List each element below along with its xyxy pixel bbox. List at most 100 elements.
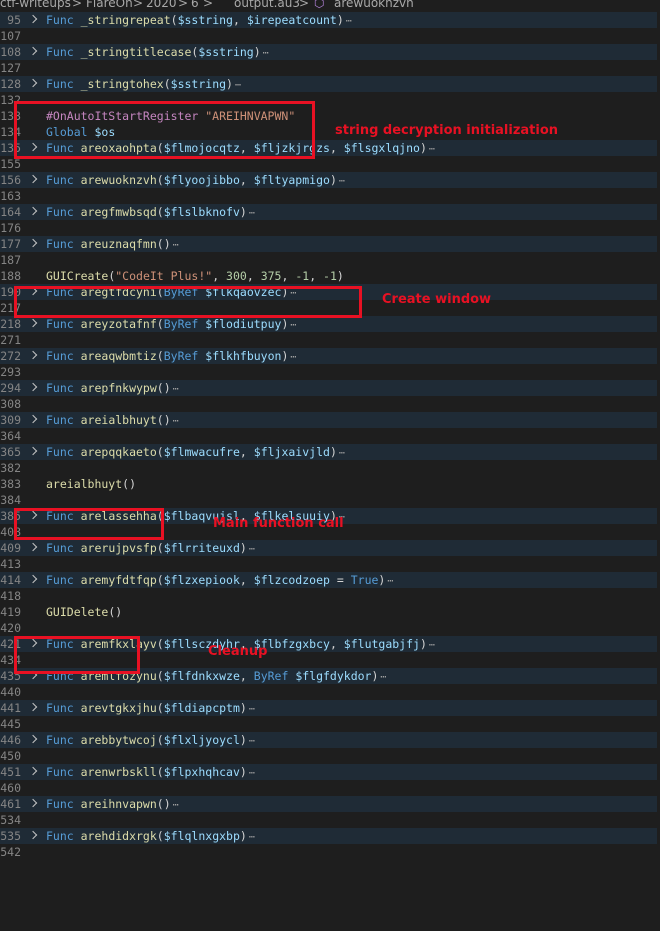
- code-token: $flpxhqhcav: [163, 765, 240, 779]
- code-line[interactable]: 271: [0, 332, 660, 348]
- code-line[interactable]: 414 Func aremyfdtfqp($flzxepiook, $flzcod…: [0, 572, 660, 588]
- code-line[interactable]: 535 Func arehdidxrgk($flqlnxgxbp) ⋯: [0, 828, 660, 844]
- line-number: 446: [0, 733, 21, 747]
- breadcrumb: ctf-writeups > FlareOn > 2020 > 6 > outp…: [0, 0, 660, 12]
- code-line[interactable]: 383 areialbhuyt(): [0, 476, 660, 492]
- code-token: ,: [239, 445, 254, 459]
- breadcrumb-item[interactable]: arewuoknzvh: [334, 0, 414, 9]
- code-line[interactable]: 419 GUIDelete(): [0, 604, 660, 620]
- code-line[interactable]: 420: [0, 620, 660, 636]
- code-line[interactable]: 164 Func aregfmwbsqd($flslbknofv) ⋯: [0, 204, 660, 220]
- code-token: ): [226, 77, 233, 91]
- line-number: 414: [0, 573, 21, 587]
- code-line[interactable]: 272 Func areaqwbmtiz(ByRef $flkhfbuyon) ⋯: [0, 348, 660, 364]
- code-line[interactable]: 413: [0, 556, 660, 572]
- code-line[interactable]: 384: [0, 492, 660, 508]
- code-line[interactable]: 542: [0, 844, 660, 860]
- code-token: ): [253, 45, 261, 59]
- line-number: 365: [0, 445, 21, 459]
- chevron-right-icon[interactable]: [28, 78, 38, 88]
- code-line[interactable]: 293: [0, 364, 660, 380]
- chevron-right-icon[interactable]: [28, 206, 38, 216]
- chevron-right-icon[interactable]: [28, 46, 38, 56]
- code-token: ,: [281, 269, 296, 283]
- code-line[interactable]: 188 GUICreate("CodeIt Plus!", 300, 375, -…: [0, 268, 660, 284]
- code-token: (: [156, 669, 164, 683]
- chevron-right-icon[interactable]: [28, 702, 38, 712]
- code-line[interactable]: 365 Func arepqqkaeto($flmwacufre, $fljxai…: [0, 444, 660, 460]
- line-number: 413: [0, 557, 21, 571]
- chevron-right-icon[interactable]: [28, 766, 38, 776]
- chevron-right-icon[interactable]: [28, 382, 38, 392]
- breadcrumb-item[interactable]: 2020: [146, 0, 177, 9]
- code-token: "CodeIt Plus!": [115, 269, 213, 283]
- code-token: $flgfdykdor: [295, 669, 372, 683]
- code-token: Func: [46, 829, 81, 843]
- code-line[interactable]: 128 Func _stringtohex($sstring) ⋯: [0, 76, 660, 92]
- code-line[interactable]: 308: [0, 396, 660, 412]
- breadcrumb-item[interactable]: output.au3: [234, 0, 300, 9]
- breadcrumb-item[interactable]: 6: [191, 0, 199, 9]
- code-line[interactable]: 95 Func _stringrepeat($sstring, $irepeatc…: [0, 12, 660, 28]
- chevron-right-icon[interactable]: [28, 542, 38, 552]
- chevron-right-icon[interactable]: [28, 574, 38, 584]
- chevron-right-icon[interactable]: [28, 798, 38, 808]
- chevron-right-icon[interactable]: [28, 414, 38, 424]
- code-token: Func: [46, 173, 81, 187]
- chevron-right-icon[interactable]: [28, 350, 38, 360]
- breadcrumb-item[interactable]: ctf-writeups: [0, 0, 71, 9]
- cube-symbol-icon: ⬡: [314, 0, 325, 10]
- code-line[interactable]: 534: [0, 812, 660, 828]
- code-token: (: [156, 573, 164, 587]
- code-line[interactable]: 461 Func areihnvapwn() ⋯: [0, 796, 660, 812]
- code-token: (: [156, 701, 164, 715]
- code-line[interactable]: 364: [0, 428, 660, 444]
- code-line[interactable]: 450: [0, 748, 660, 764]
- chevron-right-icon[interactable]: [28, 830, 38, 840]
- code-line[interactable]: 127: [0, 60, 660, 76]
- code-line[interactable]: 107: [0, 28, 660, 44]
- code-line[interactable]: 409 Func arerujpvsfp($flrriteuxd) ⋯: [0, 540, 660, 556]
- code-line[interactable]: 440: [0, 684, 660, 700]
- code-line[interactable]: 218 Func areyzotafnf(ByRef $flodiutpuy) ⋯: [0, 316, 660, 332]
- chevron-right-icon[interactable]: [28, 318, 38, 328]
- highlight-box-cleanup: [14, 636, 140, 674]
- code-token: arewuoknzvh: [80, 173, 157, 187]
- code-token: Func: [46, 797, 81, 811]
- code-line[interactable]: 460: [0, 780, 660, 796]
- code-line[interactable]: 156 Func arewuoknzvh($flyoojibbo, $fltyap…: [0, 172, 660, 188]
- code-token: ): [281, 317, 289, 331]
- code-line[interactable]: 418: [0, 588, 660, 604]
- chevron-right-icon[interactable]: [28, 238, 38, 248]
- line-number: 534: [0, 813, 21, 827]
- code-token: (: [156, 205, 164, 219]
- code-line[interactable]: 176: [0, 220, 660, 236]
- code-token: ,: [232, 13, 247, 27]
- code-token: aregfmwbsqd: [80, 205, 157, 219]
- code-token: GUIDelete: [46, 605, 109, 619]
- chevron-right-icon[interactable]: [28, 14, 38, 24]
- code-line[interactable]: 382: [0, 460, 660, 476]
- code-token: ,: [329, 141, 344, 155]
- code-line[interactable]: 445: [0, 716, 660, 732]
- chevron-right-icon[interactable]: [28, 446, 38, 456]
- code-token: Func: [46, 445, 81, 459]
- chevron-right-icon[interactable]: [28, 734, 38, 744]
- line-number: 309: [0, 413, 21, 427]
- code-line[interactable]: 177 Func areuznaqfmn() ⋯: [0, 236, 660, 252]
- code-line[interactable]: 163: [0, 188, 660, 204]
- code-line[interactable]: 187: [0, 252, 660, 268]
- breadcrumb-item[interactable]: FlareOn: [86, 0, 133, 9]
- code-line[interactable]: 294 Func arepfnkwypw() ⋯: [0, 380, 660, 396]
- chevron-right-icon[interactable]: [28, 174, 38, 184]
- code-token: $flyoojibbo: [163, 173, 240, 187]
- code-line[interactable]: 441 Func arevtgkxjhu($fldiapcptm) ⋯: [0, 700, 660, 716]
- code-line[interactable]: 451 Func arenwrbskll($flpxhqhcav) ⋯: [0, 764, 660, 780]
- code-token: arepqqkaeto: [80, 445, 157, 459]
- code-line[interactable]: 108 Func _stringtitlecase($sstring) ⋯: [0, 44, 660, 60]
- breadcrumb-separator: >: [299, 0, 310, 10]
- code-line[interactable]: 309 Func areialbhuyt() ⋯: [0, 412, 660, 428]
- code-token: areaqwbmtiz: [80, 349, 157, 363]
- code-line[interactable]: 446 Func arebbytwcoj($flxljyoycl) ⋯: [0, 732, 660, 748]
- line-number: 218: [0, 317, 21, 331]
